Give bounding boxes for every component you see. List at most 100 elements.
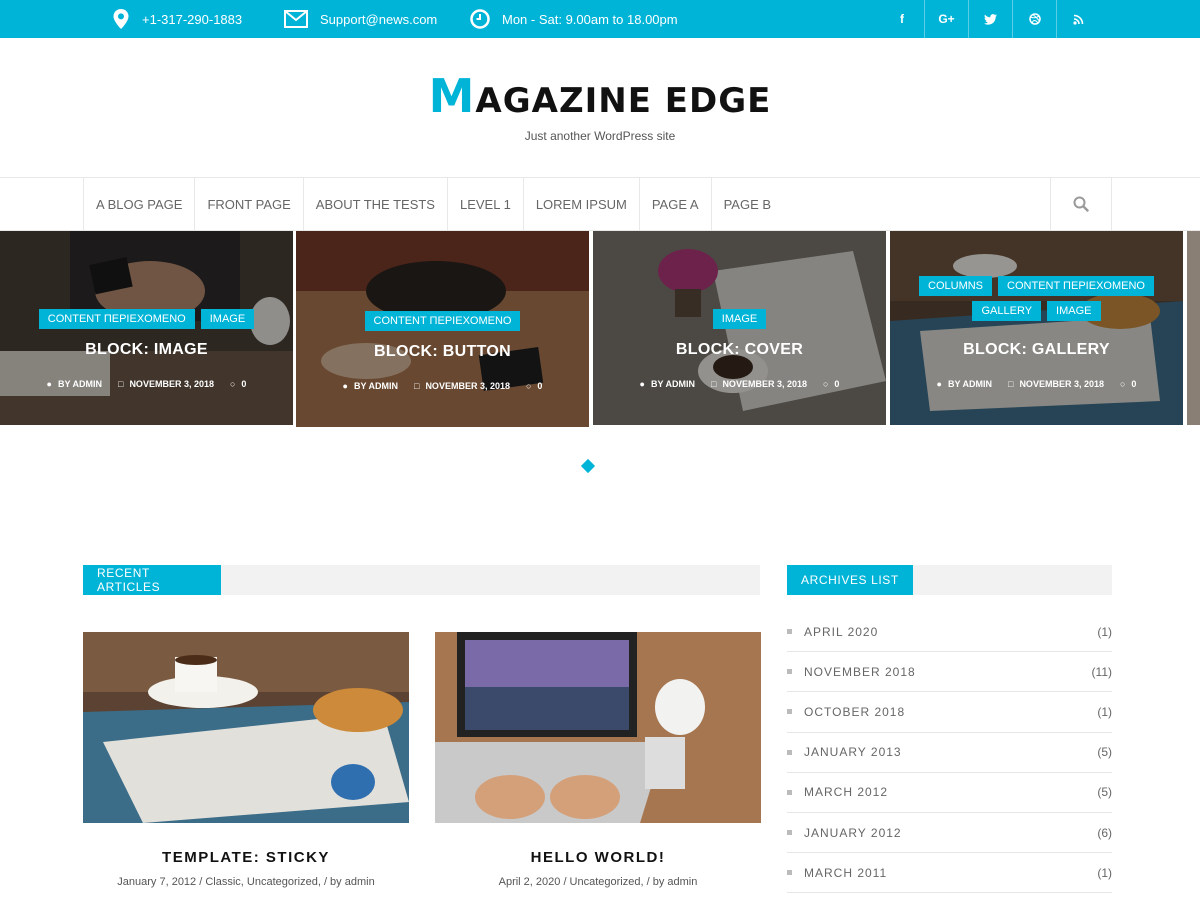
archive-item[interactable]: JANUARY 2013 (5)	[787, 733, 1112, 773]
post-comments[interactable]: ○ 0	[526, 381, 542, 391]
category-tag[interactable]: IMAGE	[200, 309, 255, 329]
bullet-icon	[787, 629, 792, 635]
post-date: □ NOVEMBER 3, 2018	[414, 381, 510, 391]
comment-icon: ○	[229, 379, 236, 389]
category-tag[interactable]: CONTENT ΠΕΡΙΕΧΟΜΕΝΟ	[38, 309, 195, 329]
featured-slider: CONTENT ΠΕΡΙΕΧΟΜΕΝΟ IMAGE BLOCK: IMAGE ●…	[0, 231, 1200, 427]
post-author[interactable]: ● BY ADMIN	[343, 381, 398, 391]
nav-item-page-b[interactable]: PAGE B	[712, 178, 783, 230]
bullet-icon	[787, 709, 792, 715]
archive-label[interactable]: MARCH 2011	[804, 866, 887, 880]
slide-next-partial[interactable]	[1187, 231, 1200, 425]
clock-icon	[470, 9, 490, 29]
comment-icon: ○	[822, 379, 829, 389]
contact-email[interactable]: Support@news.com	[284, 0, 437, 38]
article-meta: January 7, 2012 / Classic, Uncategorized…	[117, 876, 375, 888]
archive-count: (1)	[1097, 704, 1112, 719]
comment-icon: ○	[1119, 379, 1126, 389]
search-button[interactable]	[1050, 178, 1112, 230]
social-links: f G+	[880, 0, 1100, 38]
slide-title[interactable]: BLOCK: IMAGE	[0, 341, 293, 359]
category-tag[interactable]: COLUMNS	[919, 276, 993, 296]
contact-phone: +1-317-290-1883	[112, 0, 242, 38]
logo-text: AGAZINE EDGE	[475, 81, 772, 121]
slide-block-cover[interactable]: IMAGE BLOCK: COVER ● BY ADMIN □ NOVEMBER 3…	[593, 231, 886, 425]
archive-item[interactable]: MARCH 2011 (1)	[787, 853, 1112, 894]
archive-item[interactable]: JANUARY 2012 (6)	[787, 813, 1112, 854]
calendar-icon: □	[711, 379, 717, 389]
slide-title[interactable]: BLOCK: GALLERY	[890, 341, 1183, 359]
site-branding: MAGAZINE EDGE Just another WordPress sit…	[0, 70, 1200, 143]
article-title[interactable]: TEMPLATE: STICKY	[83, 849, 409, 866]
slide-categories: IMAGE	[593, 309, 886, 329]
archive-label[interactable]: OCTOBER 2018	[804, 705, 905, 719]
archive-label[interactable]: JANUARY 2012	[804, 826, 902, 840]
post-date: □ NOVEMBER 3, 2018	[1008, 379, 1104, 389]
post-date: □ NOVEMBER 3, 2018	[118, 379, 214, 389]
archive-count: (1)	[1097, 865, 1112, 880]
post-date: □ NOVEMBER 3, 2018	[711, 379, 807, 389]
contact-hours: Mon - Sat: 9.00am to 18.00pm	[470, 0, 678, 38]
rss-icon[interactable]	[1056, 0, 1100, 38]
bullet-icon	[787, 789, 792, 795]
archive-item[interactable]: APRIL 2020 (1)	[787, 612, 1112, 653]
slider-dot[interactable]	[580, 458, 596, 474]
calendar-icon: □	[414, 381, 420, 391]
calendar-icon: □	[118, 379, 124, 389]
slide-block-gallery[interactable]: COLUMNS CONTENT ΠΕΡΙΕΧΟΜΕΝΟ GALLERY IMAG…	[890, 231, 1183, 425]
slide-block-image[interactable]: CONTENT ΠΕΡΙΕΧΟΜΕΝΟ IMAGE BLOCK: IMAGE ●…	[0, 231, 293, 425]
archives-list: APRIL 2020 (1) NOVEMBER 2018 (11) OCTOBER …	[787, 612, 1112, 894]
category-tag[interactable]: IMAGE	[1047, 301, 1101, 321]
archive-count: (5)	[1097, 745, 1112, 760]
post-author[interactable]: ● BY ADMIN	[47, 379, 102, 389]
archive-item[interactable]: OCTOBER 2018 (1)	[787, 692, 1112, 733]
nav-item-blog-page[interactable]: A BLOG PAGE	[84, 178, 196, 230]
archive-count: (5)	[1097, 785, 1112, 800]
email-text[interactable]: Support@news.com	[320, 12, 437, 27]
article-meta: April 2, 2020 / Uncategorized, / by admi…	[498, 876, 698, 888]
post-comments[interactable]: ○ 0	[823, 379, 839, 389]
slide-block-button[interactable]: CONTENT ΠΕΡΙΕΧΟΜΕΝΟ BLOCK: BUTTON ● BY AD…	[296, 231, 589, 427]
user-icon: ●	[46, 379, 52, 389]
slide-categories: CONTENT ΠΕΡΙΕΧΟΜΕΝΟ IMAGE	[0, 309, 293, 329]
facebook-icon[interactable]: f	[880, 0, 924, 38]
top-bar: +1-317-290-1883 Support@news.com Mon - S…	[0, 0, 1200, 38]
hours-text: Mon - Sat: 9.00am to 18.00pm	[502, 11, 678, 27]
nav-item-lorem-ipsum[interactable]: LOREM IPSUM	[524, 178, 640, 230]
nav-item-level-1[interactable]: LEVEL 1	[448, 178, 524, 230]
nav-item-front-page[interactable]: FRONT PAGE	[195, 178, 304, 230]
dribbble-icon[interactable]	[1012, 0, 1056, 38]
archive-label[interactable]: MARCH 2012	[804, 785, 888, 799]
main-navigation: A BLOG PAGE FRONT PAGE ABOUT THE TESTS L…	[0, 177, 1200, 231]
post-comments[interactable]: ○ 0	[1120, 379, 1136, 389]
article-card: HELLO WORLD! April 2, 2020 / Uncategoriz…	[435, 632, 761, 888]
envelope-icon	[284, 10, 308, 28]
archive-item[interactable]: MARCH 2012 (5)	[787, 773, 1112, 813]
slide-title[interactable]: BLOCK: COVER	[593, 341, 886, 359]
category-tag[interactable]: CONTENT ΠΕΡΙΕΧΟΜΕΝΟ	[364, 311, 521, 331]
archive-label[interactable]: APRIL 2020	[804, 625, 878, 639]
category-tag[interactable]: CONTENT ΠΕΡΙΕΧΟΜΕΝΟ	[998, 276, 1154, 296]
slide-title[interactable]: BLOCK: BUTTON	[296, 343, 589, 361]
article-title[interactable]: HELLO WORLD!	[435, 849, 761, 866]
article-thumbnail[interactable]	[435, 632, 761, 823]
archive-label[interactable]: NOVEMBER 2018	[804, 665, 916, 679]
archive-count: (6)	[1097, 825, 1112, 840]
nav-item-page-a[interactable]: PAGE A	[640, 178, 712, 230]
category-tag[interactable]: IMAGE	[712, 309, 767, 329]
category-tag[interactable]: GALLERY	[972, 301, 1042, 321]
nav-item-about-the-tests[interactable]: ABOUT THE TESTS	[304, 178, 448, 230]
slide-meta: ● BY ADMIN □ NOVEMBER 3, 2018 ○ 0	[0, 379, 293, 389]
post-author[interactable]: ● BY ADMIN	[937, 379, 992, 389]
post-author[interactable]: ● BY ADMIN	[640, 379, 695, 389]
archive-label[interactable]: JANUARY 2013	[804, 745, 902, 759]
bullet-icon	[787, 830, 792, 836]
user-icon: ●	[342, 381, 348, 391]
article-thumbnail[interactable]	[83, 632, 409, 823]
twitter-icon[interactable]	[968, 0, 1012, 38]
post-comments[interactable]: ○ 0	[230, 379, 246, 389]
google-plus-icon[interactable]: G+	[924, 0, 968, 38]
site-logo[interactable]: MAGAZINE EDGE	[0, 70, 1200, 127]
archive-item[interactable]: NOVEMBER 2018 (11)	[787, 652, 1112, 693]
phone-text: +1-317-290-1883	[142, 11, 243, 27]
